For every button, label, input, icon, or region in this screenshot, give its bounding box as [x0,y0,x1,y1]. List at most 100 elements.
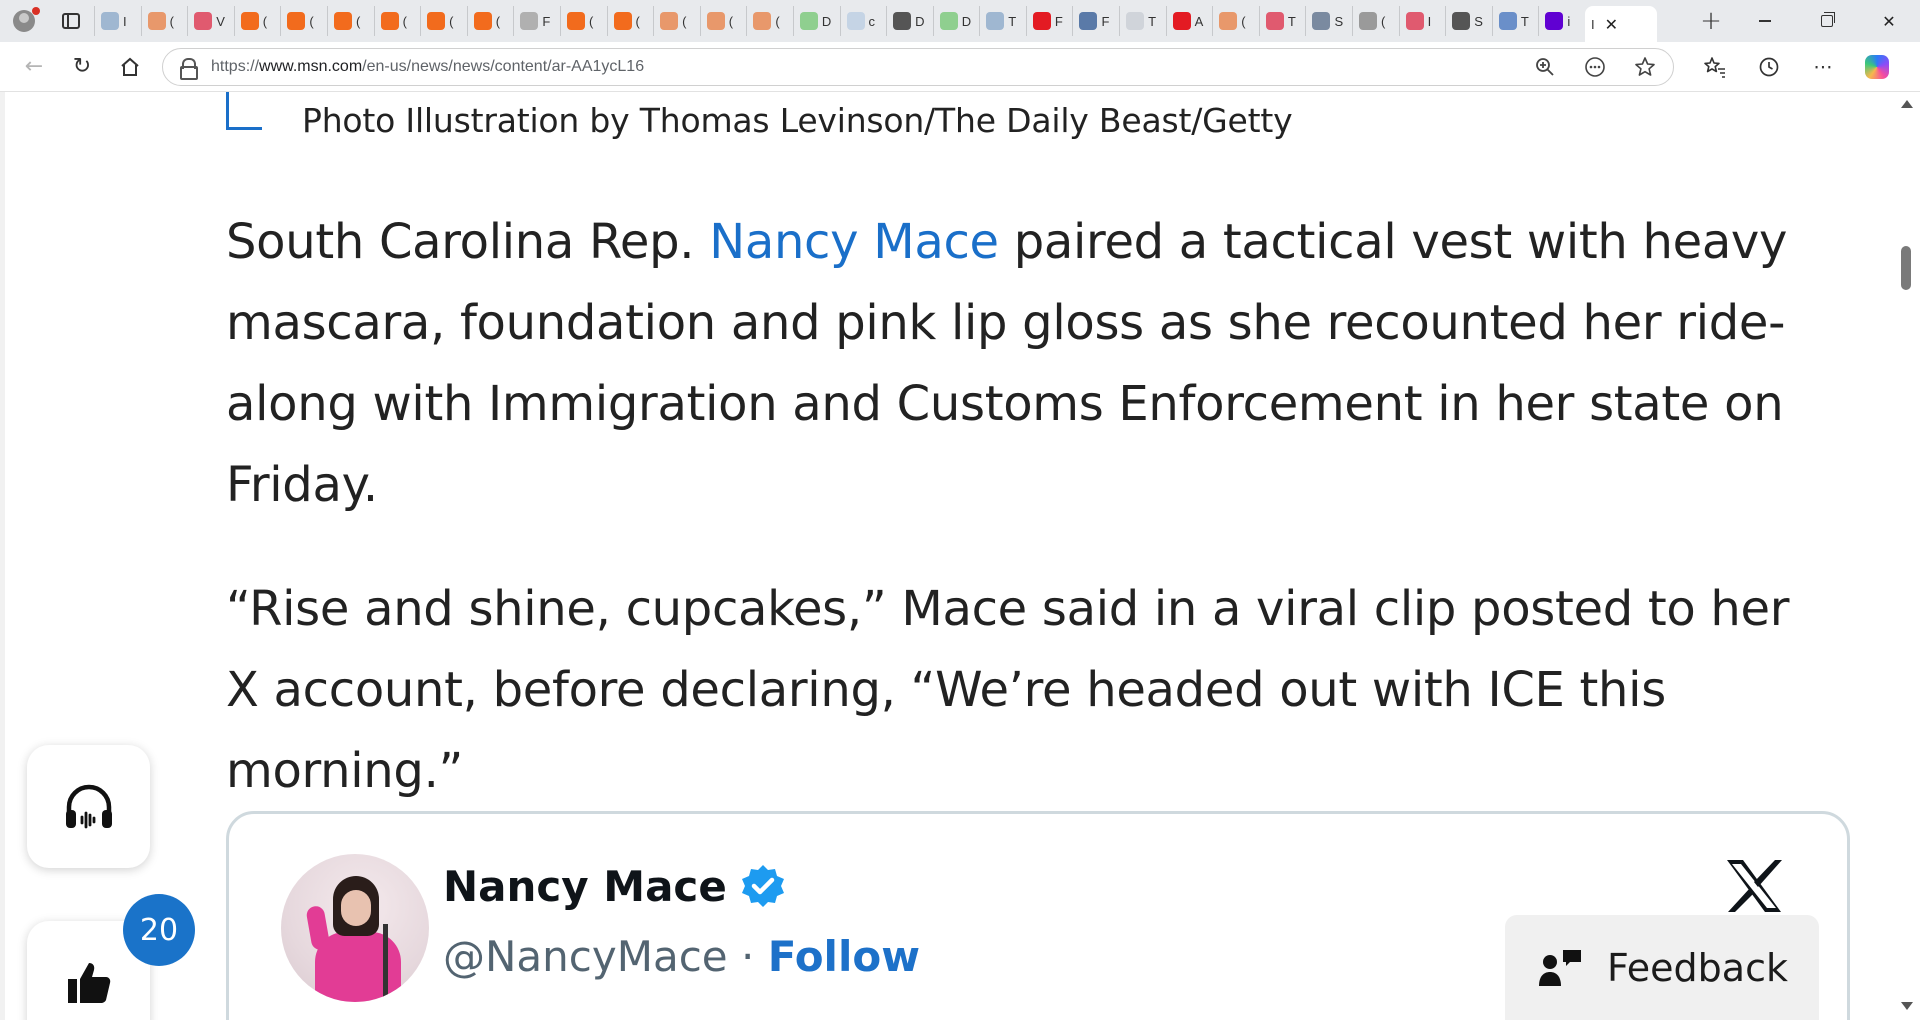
browser-tab[interactable]: #e05a6fV [187,6,234,36]
yahoo-icon: #6001d2 [1545,12,1564,30]
tab-title: T [1520,13,1529,29]
lock-icon[interactable] [179,57,198,80]
browser-tab[interactable]: #d0d4daT [1119,6,1166,36]
tab-title: F [542,13,551,29]
x-logo-icon[interactable] [1723,858,1785,914]
address-bar[interactable]: https://www.msn.com/en-us/news/news/cont… [162,47,1674,86]
browser-tab[interactable]: #e31b23F [1025,6,1073,36]
browser-tab[interactable]: #f26b1d( [373,6,421,36]
browser-tab[interactable]: #e8986b( [653,6,700,36]
minimize-button[interactable] [1734,0,1796,42]
tab-title: I [123,13,127,29]
profile-button[interactable] [0,0,48,42]
url-text[interactable]: https://www.msn.com/en-us/news/news/cont… [211,58,1525,76]
home-button[interactable] [106,47,154,87]
tab-title: S [1334,13,1344,29]
pause-icon: #555555 [1452,12,1471,30]
image-caption: Photo Illustration by Thomas Levinson/Th… [226,92,1293,148]
follow-button[interactable]: Follow [768,932,920,981]
ellipsis-icon: ⋯ [1813,55,1833,78]
read-aloud-button[interactable] [1575,51,1615,83]
tweet-author-name[interactable]: Nancy Mace [443,862,787,911]
active-tab[interactable]: I ✕ [1585,6,1657,42]
browser-tab[interactable]: #e31b23A [1165,6,1213,36]
browser-tab[interactable]: #f26b1d( [606,6,654,36]
browser-tab[interactable]: #c5d4e5c [839,6,887,36]
bookmark-icon: #e8986b [147,12,166,30]
browser-tab[interactable]: #6a8fc9T [1491,6,1539,36]
browser-tab[interactable]: #e8986b( [746,6,793,36]
feedback-button[interactable]: Feedback [1505,915,1819,1020]
browser-tab[interactable]: #f26b1d( [559,6,607,36]
back-button[interactable]: ← [10,47,58,87]
scale-icon: #9a9a9a [1359,12,1378,30]
bookmark-icon: #f26b1d [333,12,352,30]
search-icon: #c5d4e5 [846,12,865,30]
favorites-button[interactable] [1688,47,1742,87]
browser-tab[interactable]: #e8986b( [1212,6,1259,36]
copilot-button[interactable] [1850,47,1904,87]
close-window-button[interactable]: ✕ [1858,0,1920,42]
new-tab-button[interactable]: + [1688,0,1734,42]
bookmark-icon: #e8986b [706,12,725,30]
browser-tab[interactable]: #555555S [1445,6,1492,36]
tab-title: I [1427,13,1432,29]
tab-title: T [1008,13,1017,29]
favorite-button[interactable] [1625,51,1665,83]
browser-tab[interactable]: #5a7aa8F [1072,6,1119,36]
browser-tab[interactable]: #9fb7d1I [94,6,141,36]
browser-tab[interactable]: #f26b1d( [466,6,514,36]
browser-tab[interactable]: #9fb7d1T [979,6,1026,36]
listen-button[interactable] [27,745,150,868]
window-controls: ✕ [1734,0,1920,42]
url-scheme: https:// [211,57,260,75]
youtube-icon: #e05a6f [194,12,213,30]
restore-button[interactable] [1796,0,1858,42]
like-count-badge: 20 [123,894,195,966]
web-icon: #9fb7d1 [986,12,1005,30]
tab-title: ( [682,13,687,29]
caption-bracket-icon [226,92,262,130]
refresh-button[interactable]: ↻ [58,47,106,87]
bookmark-icon: #f26b1d [427,12,446,30]
tweet-avatar[interactable] [281,854,429,1002]
browser-tab[interactable]: #f26b1d( [420,6,467,36]
browser-tab[interactable]: #e8986b( [699,6,747,36]
browser-tab[interactable]: #e05a6fI [1398,6,1446,36]
youtube-icon: #e31b23 [1172,12,1191,30]
tab-title: I [1591,16,1595,32]
browser-tab[interactable]: #e05a6fT [1258,6,1306,36]
browser-tab[interactable]: #9a9a9a( [1352,6,1399,36]
browser-tab[interactable]: #7a8aa0S [1305,6,1352,36]
youtube-icon: #e31b23 [1032,12,1051,30]
browser-tab[interactable]: #555555D [886,6,933,36]
scroll-up-arrow-icon[interactable] [1901,100,1913,108]
feedback-icon [1539,949,1581,986]
bookmark-icon: #e8986b [753,12,772,30]
tab-title: S [1474,13,1483,29]
tab-actions-icon [62,13,80,29]
browser-tab[interactable]: #f26b1d( [326,6,374,36]
history-button[interactable] [1742,47,1796,87]
browser-tab[interactable]: #e8986b( [140,6,188,36]
tweet-handle[interactable]: @NancyMace [443,932,728,981]
tab-title: ( [262,13,268,29]
tab-actions-button[interactable] [48,0,94,42]
zoom-button[interactable] [1525,51,1565,83]
news-icon: #5a7aa8 [1079,12,1098,30]
settings-more-button[interactable]: ⋯ [1796,47,1850,87]
scrollbar-thumb[interactable] [1901,246,1911,290]
page-scrollbar[interactable] [1892,92,1920,1020]
close-tab-icon[interactable]: ✕ [1605,15,1618,34]
browser-tab[interactable]: #8fcf8fD [792,6,840,36]
browser-tab[interactable]: #b0b0b0F [513,6,560,36]
web-icon: #9fb7d1 [101,12,119,30]
tab-title: c [868,13,876,29]
scroll-down-arrow-icon[interactable] [1901,1002,1913,1010]
browser-tab[interactable]: #f26b1d( [280,6,327,36]
browser-tab[interactable]: #8fcf8fD [932,6,980,36]
tab-title: V [216,13,225,29]
browser-tab[interactable]: #f26b1d( [233,6,281,36]
browser-tab[interactable]: #6001d2i [1538,6,1585,36]
nancy-mace-link[interactable]: Nancy Mace [709,214,999,270]
